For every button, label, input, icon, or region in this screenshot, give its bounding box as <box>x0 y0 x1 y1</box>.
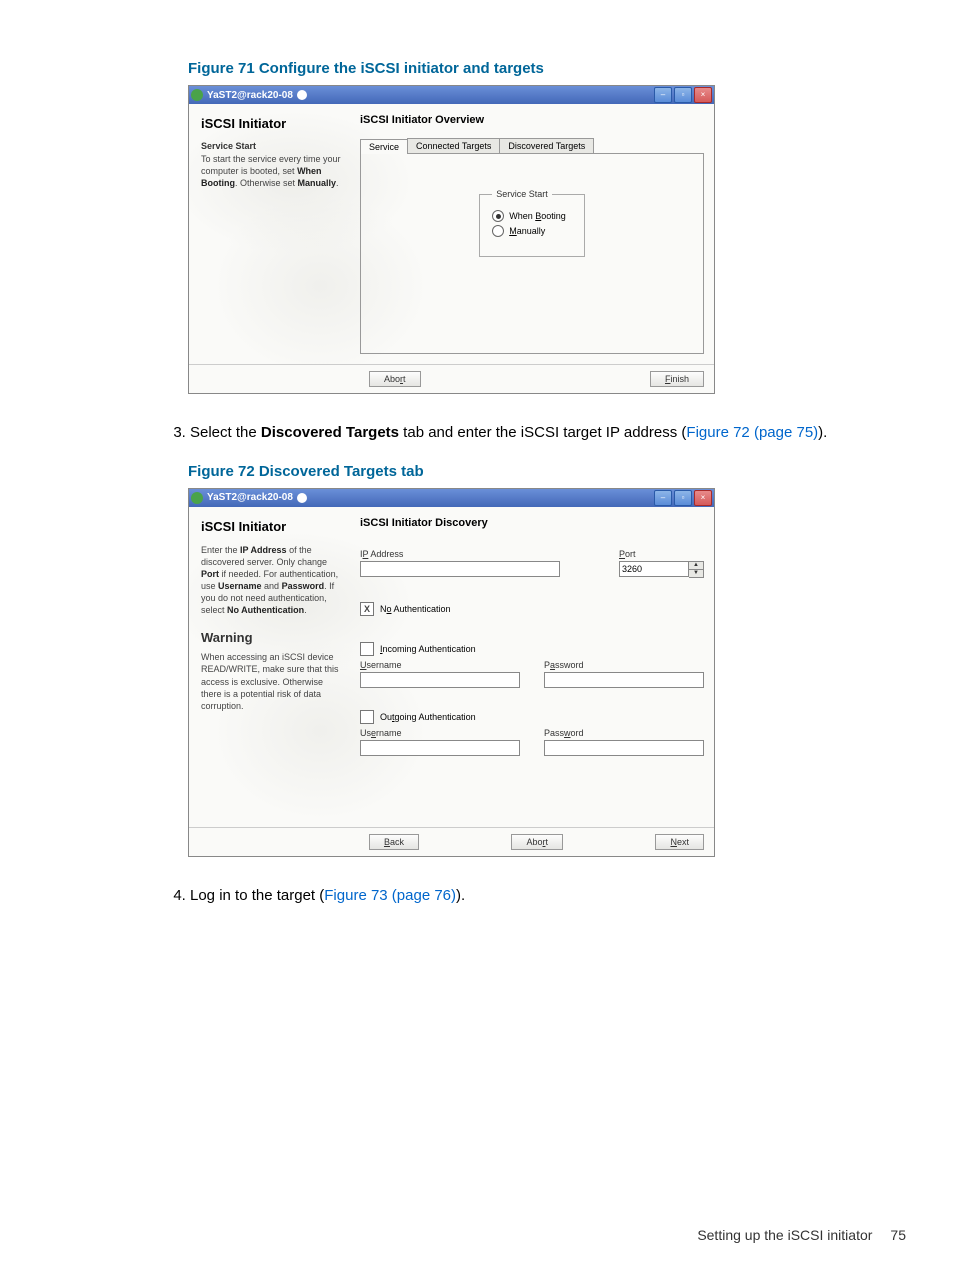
window-title: YaST2@rack20-08 <box>207 492 293 503</box>
outgoing-password-input[interactable] <box>544 740 704 756</box>
app-icon <box>191 492 203 504</box>
help-text: To start the service every time your com… <box>201 153 346 189</box>
app-icon <box>191 89 203 101</box>
ip-address-label: IP Address <box>360 549 603 559</box>
radio-label: When Booting <box>509 211 566 221</box>
panel-title: iSCSI Initiator Discovery <box>360 517 704 529</box>
username-label: Username <box>360 728 520 738</box>
window-controls: – ▫ × <box>654 490 712 506</box>
help-title: iSCSI Initiator <box>201 519 346 534</box>
tab-service[interactable]: Service <box>360 139 408 154</box>
finish-button[interactable]: Finish <box>650 371 704 387</box>
ip-address-input[interactable] <box>360 561 560 577</box>
password-label: Password <box>544 728 704 738</box>
sticky-icon <box>297 90 307 100</box>
outgoing-auth-group: Outgoing Authentication Username Passwor… <box>360 710 704 756</box>
service-start-fieldset: Service Start When Booting Manually <box>479 194 585 257</box>
window-title: YaST2@rack20-08 <box>207 90 293 101</box>
spin-down-icon[interactable]: ▼ <box>689 570 703 577</box>
tab-discovered-targets[interactable]: Discovered Targets <box>499 138 594 153</box>
dialog-buttons: Abort Finish <box>189 364 714 393</box>
figure-71-caption: Figure 71 Configure the iSCSI initiator … <box>188 60 906 77</box>
titlebar: YaST2@rack20-08 – ▫ × <box>189 489 714 507</box>
fieldset-legend: Service Start <box>492 189 552 199</box>
checkbox-label: No Authentication <box>380 604 451 614</box>
no-authentication-checkbox[interactable]: X No Authentication <box>360 602 704 616</box>
window-controls: – ▫ × <box>654 87 712 103</box>
help-sub: Service Start <box>201 141 346 151</box>
back-button[interactable]: Back <box>369 834 419 850</box>
incoming-auth-checkbox[interactable]: Incoming Authentication <box>360 642 704 656</box>
step-3: Select the Discovered Targets tab and en… <box>190 422 906 445</box>
username-label: Username <box>360 660 520 670</box>
figure-72-caption: Figure 72 Discovered Targets tab <box>188 463 906 480</box>
incoming-auth-group: Incoming Authentication Username Passwor… <box>360 642 704 688</box>
dialog-buttons: Back Abort Next <box>189 827 714 856</box>
tabs: Service Connected Targets Discovered Tar… <box>360 138 704 154</box>
close-button[interactable]: × <box>694 490 712 506</box>
port-input[interactable] <box>619 561 689 577</box>
radio-label: Manually <box>509 226 545 236</box>
radio-icon <box>492 210 504 222</box>
close-button[interactable]: × <box>694 87 712 103</box>
checkbox-icon: X <box>360 602 374 616</box>
radio-manually[interactable]: Manually <box>492 225 566 237</box>
outgoing-auth-checkbox[interactable]: Outgoing Authentication <box>360 710 704 724</box>
page-footer: Setting up the iSCSI initiator75 <box>697 1227 906 1243</box>
abort-button[interactable]: Abort <box>511 834 563 850</box>
panel-title: iSCSI Initiator Overview <box>360 114 704 126</box>
screenshot-figure-71: YaST2@rack20-08 – ▫ × iSCSI Initiator Se… <box>188 85 715 394</box>
step-4: Log in to the target (Figure 73 (page 76… <box>190 885 906 908</box>
help-title: iSCSI Initiator <box>201 116 346 131</box>
checkbox-icon <box>360 642 374 656</box>
incoming-password-input[interactable] <box>544 672 704 688</box>
incoming-username-input[interactable] <box>360 672 520 688</box>
screenshot-figure-72: YaST2@rack20-08 – ▫ × iSCSI Initiator En… <box>188 488 715 857</box>
titlebar: YaST2@rack20-08 – ▫ × <box>189 86 714 104</box>
tab-content: Service Start When Booting Manually <box>360 154 704 354</box>
minimize-button[interactable]: – <box>654 87 672 103</box>
maximize-button[interactable]: ▫ <box>674 87 692 103</box>
help-pane: iSCSI Initiator Service Start To start t… <box>189 104 354 364</box>
spin-up-icon[interactable]: ▲ <box>689 562 703 570</box>
maximize-button[interactable]: ▫ <box>674 490 692 506</box>
port-label: Port <box>619 549 704 559</box>
link-figure-72[interactable]: Figure 72 (page 75) <box>686 424 818 441</box>
warning-heading: Warning <box>201 630 346 645</box>
tab-connected-targets[interactable]: Connected Targets <box>407 138 500 153</box>
port-spinbox[interactable]: ▲ ▼ <box>619 561 704 578</box>
checkbox-label: Outgoing Authentication <box>380 712 476 722</box>
help-pane: iSCSI Initiator Enter the IP Address of … <box>189 507 354 827</box>
checkbox-icon <box>360 710 374 724</box>
password-label: Password <box>544 660 704 670</box>
link-figure-73[interactable]: Figure 73 (page 76) <box>324 887 456 904</box>
next-button[interactable]: Next <box>655 834 704 850</box>
radio-when-booting[interactable]: When Booting <box>492 210 566 222</box>
minimize-button[interactable]: – <box>654 490 672 506</box>
sticky-icon <box>297 493 307 503</box>
checkbox-label: Incoming Authentication <box>380 644 476 654</box>
abort-button[interactable]: Abort <box>369 371 421 387</box>
outgoing-username-input[interactable] <box>360 740 520 756</box>
help-text-1: Enter the IP Address of the discovered s… <box>201 544 346 617</box>
help-text-2: When accessing an iSCSI device READ/WRIT… <box>201 651 346 712</box>
radio-icon <box>492 225 504 237</box>
